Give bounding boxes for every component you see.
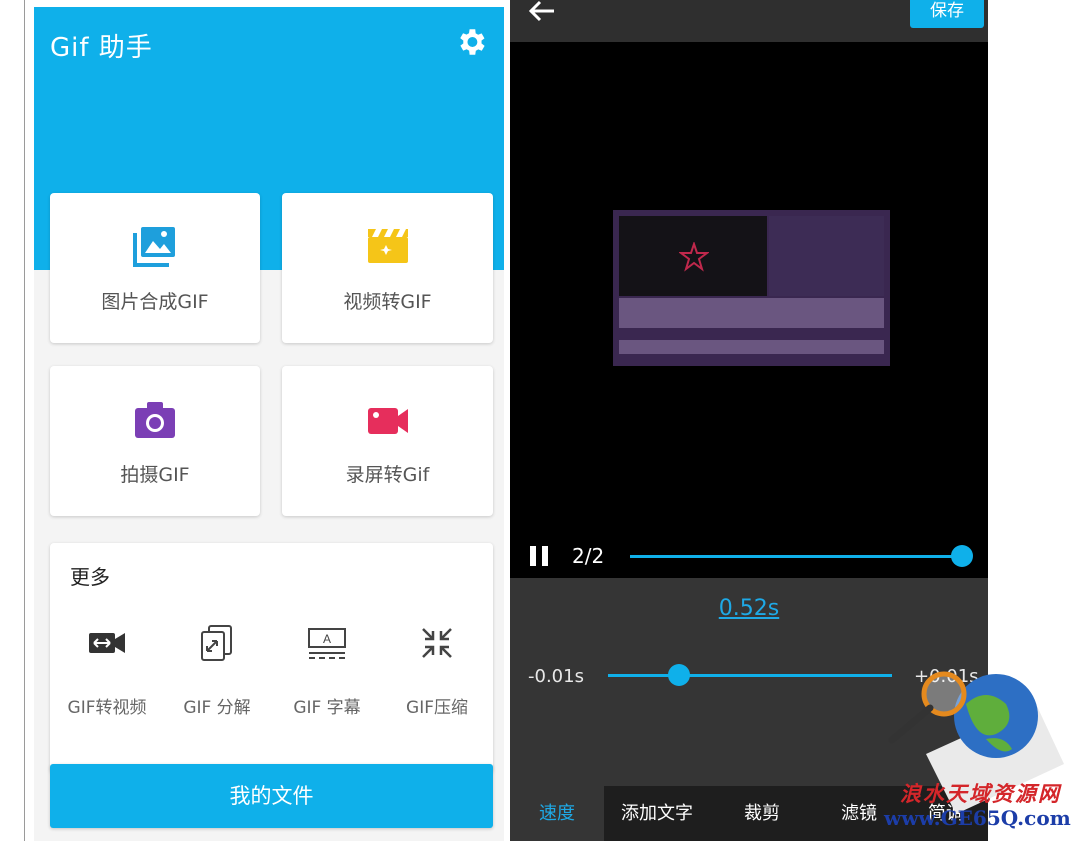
speed-slider-thumb[interactable] — [668, 664, 690, 686]
camera-icon — [135, 402, 175, 438]
frame-progress-track[interactable] — [630, 555, 962, 558]
playback-row: 2/2 — [510, 536, 988, 578]
card-screen-record-gif[interactable]: 录屏转Gif — [282, 366, 493, 516]
clapperboard-icon — [367, 229, 408, 263]
tab-add-text[interactable]: 添加文字 — [604, 786, 710, 841]
my-files-button[interactable]: 我的文件 — [50, 764, 493, 828]
split-icon — [201, 625, 232, 661]
watermark-site-url: www.GE65Q.com — [884, 806, 1071, 830]
tab-speed[interactable]: 速度 — [510, 786, 604, 841]
card-images-to-gif[interactable]: 图片合成GIF — [50, 193, 260, 343]
tool-label: GIF 分解 — [183, 698, 251, 718]
arrow-left-icon[interactable] — [526, 0, 556, 24]
star-logo-icon — [679, 242, 709, 272]
tab-crop[interactable]: 裁剪 — [710, 786, 814, 841]
more-tools-card: 更多 GIF转视频 GIF 分解 A GIF 字幕 GIF压缩 — [50, 543, 493, 773]
tool-gif-subtitle[interactable]: A GIF 字幕 — [272, 623, 382, 723]
video-camera-icon — [367, 408, 408, 434]
preview-video-area — [619, 216, 767, 296]
preview-band — [619, 298, 884, 328]
watermark-site-name: 浪水天域资源网 — [900, 781, 1061, 806]
gif-preview-frame — [613, 210, 890, 366]
image-stack-icon — [133, 227, 175, 267]
card-shoot-gif[interactable]: 拍摄GIF — [50, 366, 260, 516]
tool-label: GIF压缩 — [406, 698, 468, 718]
speed-value[interactable]: 0.52s — [510, 596, 988, 621]
preview-band — [619, 340, 884, 354]
app-title: Gif 助手 — [50, 33, 153, 63]
card-label: 拍摄GIF — [120, 464, 190, 486]
svg-text:A: A — [323, 632, 331, 646]
save-button[interactable]: 保存 — [910, 0, 984, 28]
compress-icon — [422, 628, 452, 658]
preview-info-area — [769, 216, 884, 296]
subtitle-icon: A — [308, 628, 346, 659]
tool-label: GIF转视频 — [67, 698, 147, 718]
left-edge-line — [24, 0, 25, 841]
frame-progress-thumb[interactable] — [951, 545, 973, 567]
card-label: 图片合成GIF — [101, 291, 209, 313]
gif-assistant-screen: Gif 助手 图片合成GIF 视频转GIF 拍摄GIF 录屏转Gif 更多 GI… — [34, 7, 504, 841]
gif-to-video-icon — [89, 633, 125, 653]
card-label: 录屏转Gif — [345, 464, 430, 486]
card-label: 视频转GIF — [343, 291, 432, 313]
frame-indicator: 2/2 — [572, 544, 605, 568]
more-title: 更多 — [70, 565, 110, 589]
speed-slider-track[interactable] — [608, 674, 892, 677]
pause-button[interactable] — [530, 546, 550, 566]
card-video-to-gif[interactable]: 视频转GIF — [282, 193, 493, 343]
editor-top-bar: 保存 — [510, 0, 988, 42]
tool-gif-split[interactable]: GIF 分解 — [162, 623, 272, 723]
speed-min-label: -0.01s — [528, 666, 584, 687]
tool-label: GIF 字幕 — [293, 698, 361, 718]
tool-gif-to-video[interactable]: GIF转视频 — [52, 623, 162, 723]
tool-gif-compress[interactable]: GIF压缩 — [382, 623, 492, 723]
gear-icon[interactable] — [454, 25, 488, 59]
